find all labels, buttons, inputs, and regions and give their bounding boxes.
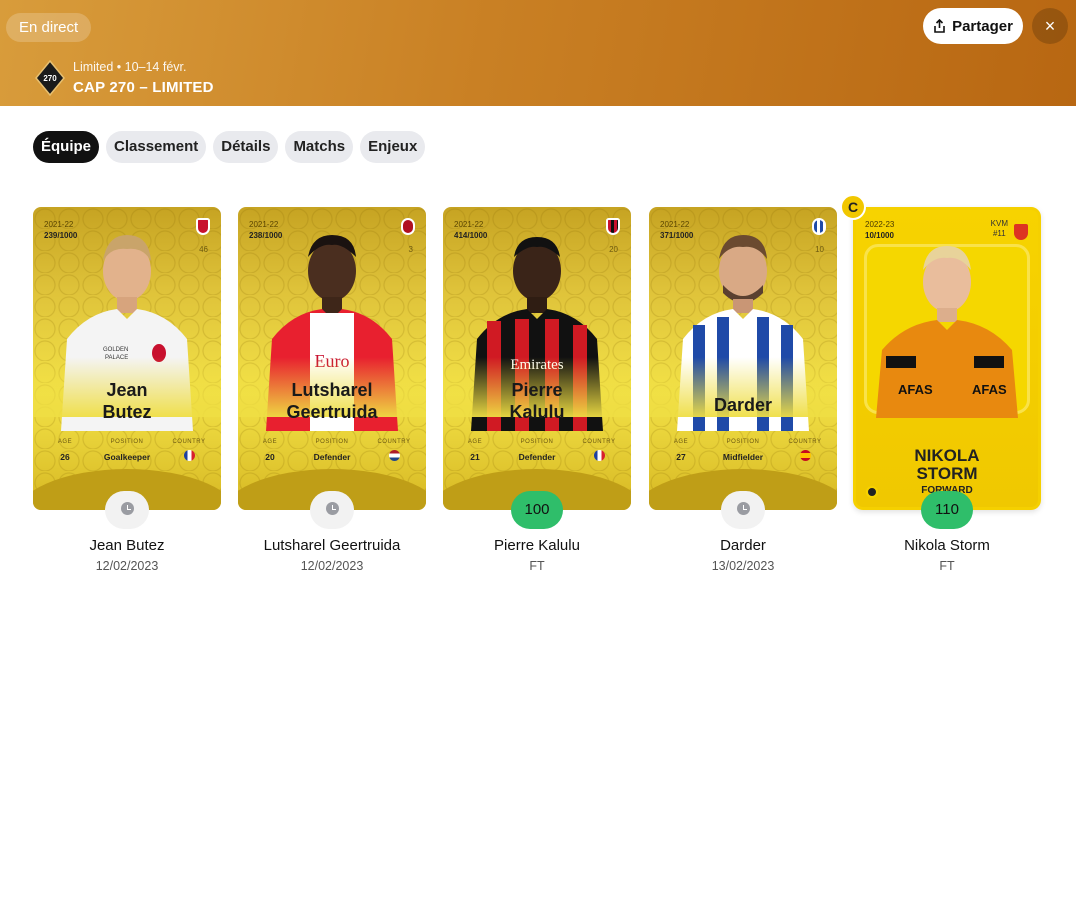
player-name: Jean Butez [89,537,165,554]
clock-icon [120,502,134,516]
stat-age-key: AGE [262,439,278,445]
tab-equipe[interactable]: Équipe [33,131,100,163]
competition-logo: 270 [35,60,65,96]
player-name: Pierre Kalulu [494,537,580,554]
stat-age: 21 [470,452,480,462]
lineup-slot: 2022-23 10/1000 KVM #11 AFAS AFAS NIKOLA S… [853,207,1041,573]
match-date: 12/02/2023 [95,559,159,573]
stat-position: Defender [518,452,556,462]
match-date: 12/02/2023 [300,559,364,573]
stat-age: 27 [676,452,686,462]
tab-matchs[interactable]: Matchs [285,131,354,163]
france-flag-icon [593,450,605,461]
card-last-name: Geertruida [286,402,378,422]
svg-text:AFAS: AFAS [898,382,933,397]
player-card[interactable]: 2021-22414/1000 20 Emirates Pierre Kalul… [443,207,631,510]
tab-enjeux[interactable]: Enjeux [360,131,426,163]
tab-details[interactable]: Détails [213,131,279,163]
card-last-name: Kalulu [509,402,565,422]
match-status: FT [939,559,955,573]
status-badge [721,491,765,529]
card-first-name: Lutsharel [291,380,373,400]
stat-position-key: POSITION [726,439,760,445]
player-card[interactable]: 2021-22 371/1000 10 Darder AGE 27 POSITION… [649,207,837,510]
stat-position-key: POSITION [110,439,144,445]
ball-icon [866,486,878,498]
player-photo: AFAS AFAS [876,246,1018,418]
close-button[interactable]: × [1032,8,1068,44]
card-first-name: Jean [106,380,148,400]
netherlands-flag-icon [388,450,400,461]
stat-country-key: COUNTRY [582,439,616,445]
card-stats: AGE 20 POSITION Defender COUNTRY [238,439,426,467]
stat-position: Goalkeeper [103,452,151,462]
clock-icon [736,502,750,516]
lineup-slot: 2021-22239/1000 46 GOLDEN PALACE Jean Bu… [33,207,221,573]
captain-badge: C [840,194,866,220]
competition-title: CAP 270 – LIMITED [73,79,214,96]
card-stats: AGE 21 POSITION Defender COUNTRY [443,439,631,467]
stat-country-key: COUNTRY [377,439,411,445]
card-first-name: NIKOLA [914,446,980,465]
share-button[interactable]: Partager [923,8,1023,44]
status-badge [310,491,354,529]
clock-icon [325,502,339,516]
stat-country-key: COUNTRY [788,439,822,445]
player-name: Lutsharel Geertruida [263,537,401,554]
lineup-slot: 2021-22238/1000 3 Euro Lutsharel Geertru… [238,207,426,573]
player-card[interactable]: 2021-22238/1000 3 Euro Lutsharel Geertru… [238,207,426,510]
france-flag-icon [183,450,195,461]
stat-country-key: COUNTRY [172,439,206,445]
player-name: Nikola Storm [904,537,990,554]
spain-flag-icon [799,450,811,461]
player-card[interactable]: 2021-22239/1000 46 GOLDEN PALACE Jean Bu… [33,207,221,510]
tab-bar: Équipe Classement Détails Matchs Enjeux [33,131,426,163]
svg-text:270: 270 [43,74,57,83]
card-stats: AGE 26 POSITION Goalkeeper COUNTRY [33,439,221,467]
status-badge [105,491,149,529]
card-last-name: STORM [916,464,978,483]
stat-age: 26 [60,452,70,462]
live-badge: En direct [6,13,92,42]
stat-position-key: POSITION [315,439,349,445]
header: En direct Partager × 270 Limited • 10–14… [0,0,1076,106]
stat-age-key: AGE [673,439,689,445]
stat-age-key: AGE [467,439,483,445]
card-name: Darder [713,395,773,415]
player-card[interactable]: 2022-23 10/1000 KVM #11 AFAS AFAS NIKOLA S… [853,207,1041,510]
match-date: 13/02/2023 [711,559,775,573]
card-stats: AGE 27 POSITION Midfielder COUNTRY [649,439,837,467]
stat-position: Midfielder [722,452,764,462]
svg-text:AFAS: AFAS [972,382,1007,397]
lineup-slot: 2021-22 371/1000 10 Darder AGE 27 POSITION… [649,207,837,573]
svg-text:GOLDEN: GOLDEN [103,347,128,353]
competition-subtitle: Limited • 10–14 févr. [73,60,187,74]
stat-age: 20 [265,452,275,462]
stat-position: Defender [313,452,351,462]
club-code: KVM [990,219,1008,228]
score-badge: 110 [921,491,973,529]
share-label: Partager [952,17,1013,35]
card-last-name: Butez [102,402,152,422]
player-name: Darder [720,537,766,554]
match-status: FT [529,559,545,573]
share-icon [934,18,945,33]
tab-classement[interactable]: Classement [106,131,207,163]
card-first-name: Pierre [511,380,563,400]
stat-age-key: AGE [57,439,73,445]
stat-position-key: POSITION [520,439,554,445]
score-badge: 100 [511,491,563,529]
lineup-slot: 2021-22414/1000 20 Emirates Pierre Kalul… [443,207,631,573]
